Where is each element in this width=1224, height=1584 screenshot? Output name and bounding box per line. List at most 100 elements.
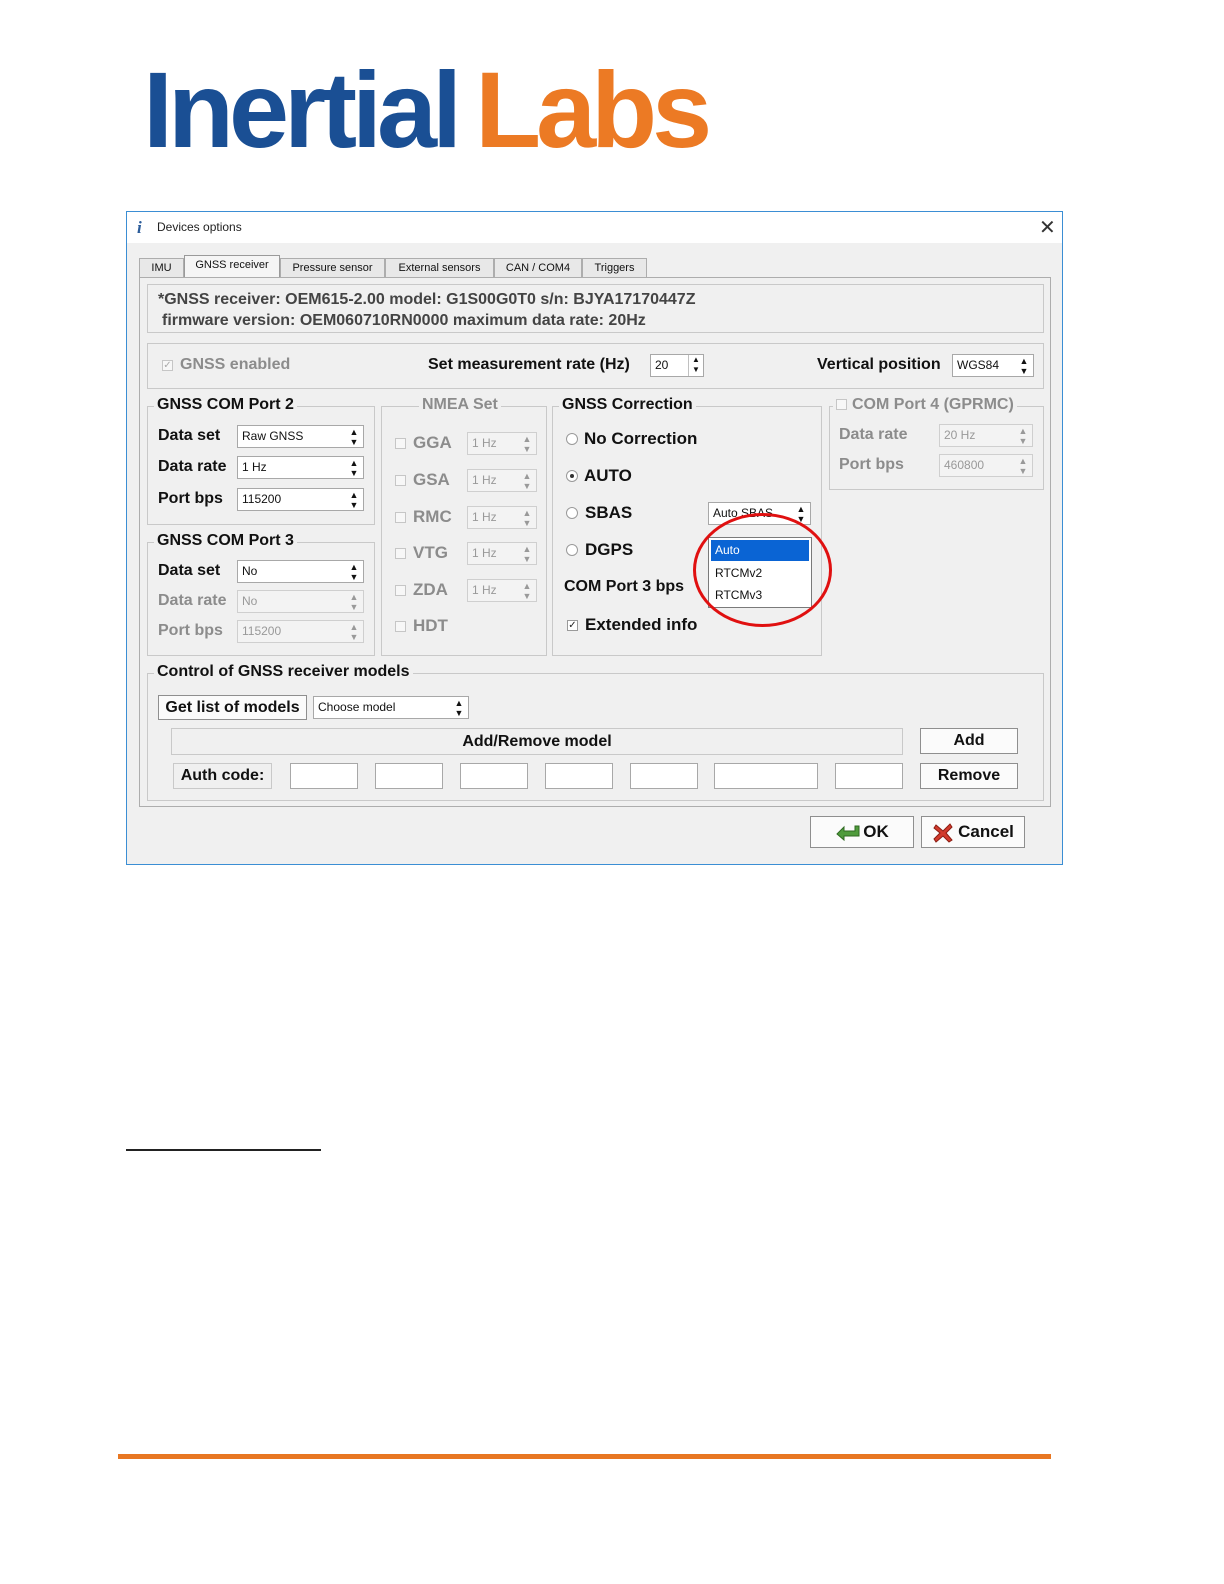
no-correction-label: No Correction — [584, 429, 698, 448]
gnss-correction-legend: GNSS Correction — [559, 396, 696, 414]
port3-datarate-combo[interactable]: No ▲ ▼ — [237, 590, 364, 613]
nmea-gga-checkbox[interactable] — [395, 438, 406, 449]
inertial-labs-logo: Inertial Labs — [143, 55, 743, 165]
port2-portbps-combo[interactable]: 115200 ▲ ▼ — [237, 488, 364, 511]
nmea-rmc-rate-combo[interactable]: 1 Hz ▲ ▼ — [467, 506, 537, 529]
port3-portbps-label: Port bps — [158, 622, 223, 639]
nmea-gsa-label: GSA — [413, 470, 450, 489]
auto-radio[interactable] — [566, 470, 578, 482]
chevron-up-down-icon: ▲ ▼ — [349, 427, 359, 447]
auth-code-field-2[interactable] — [375, 763, 443, 789]
receiver-info-box: *GNSS receiver: OEM615-2.00 model: G1S00… — [147, 284, 1044, 333]
port2-dataset-combo[interactable]: Raw GNSS ▲ ▼ — [237, 425, 364, 448]
nmea-vtg-rate: 1 Hz — [472, 546, 497, 560]
nmea-gsa-checkbox[interactable] — [395, 475, 406, 486]
port4-datarate-value: 20 Hz — [944, 428, 976, 442]
gnss-enabled-label: GNSS enabled — [180, 356, 291, 373]
auth-code-field-6[interactable] — [714, 763, 818, 789]
cancel-x-icon — [933, 822, 953, 843]
nmea-vtg-label: VTG — [413, 543, 448, 562]
tab-imu[interactable]: IMU — [139, 258, 184, 277]
port3-dataset-combo[interactable]: No ▲ ▼ — [237, 560, 364, 583]
port2-datarate-label: Data rate — [158, 458, 227, 475]
port3-dataset-value: No — [242, 564, 258, 578]
port4-portbps-value: 460800 — [944, 458, 985, 472]
vertical-position-label: Vertical position — [817, 356, 941, 373]
remove-button[interactable]: Remove — [920, 763, 1018, 789]
nmea-zda-checkbox[interactable] — [395, 585, 406, 596]
chevron-up-down-icon: ▲ ▼ — [349, 562, 359, 582]
nmea-zda-label: ZDA — [413, 580, 448, 599]
vertical-position-value: WGS84 — [957, 358, 1000, 372]
com-port2-legend: GNSS COM Port 2 — [154, 396, 297, 414]
auth-code-field-4[interactable] — [545, 763, 613, 789]
nmea-gsa-rate-combo[interactable]: 1 Hz ▲ ▼ — [467, 469, 537, 492]
no-correction-radio[interactable] — [566, 433, 578, 445]
ok-arrow-icon — [836, 825, 860, 841]
port3-portbps-value: 115200 — [242, 624, 282, 638]
port4-datarate-label: Data rate — [839, 426, 908, 443]
vertical-position-combo[interactable]: WGS84 ▲ ▼ — [952, 354, 1034, 377]
com-port4-legend: COM Port 4 (GPRMC) — [833, 396, 1017, 414]
dgps-label: DGPS — [585, 540, 634, 559]
gnss-enabled-checkbox[interactable]: ✓ — [162, 360, 173, 371]
ok-button[interactable]: OK — [810, 816, 914, 848]
port4-portbps-label: Port bps — [839, 456, 904, 473]
get-list-of-models-button[interactable]: Get list of models — [158, 695, 307, 720]
measurement-rate-spinbox[interactable]: 20 ▲ ▼ — [650, 354, 704, 377]
auth-code-field-3[interactable] — [460, 763, 528, 789]
port3-portbps-combo[interactable]: 115200 ▲ ▼ — [237, 620, 364, 643]
chevron-up-down-icon: ▲ ▼ — [522, 508, 532, 528]
port4-portbps-combo[interactable]: 460800 ▲ ▼ — [939, 454, 1033, 477]
nmea-rmc-rate: 1 Hz — [472, 510, 497, 524]
title-bar[interactable]: i Devices options ✕ — [127, 212, 1062, 243]
port2-portbps-label: Port bps — [158, 490, 223, 507]
chevron-up-down-icon: ▲ ▼ — [522, 544, 532, 564]
nmea-gga-rate: 1 Hz — [472, 436, 497, 450]
nmea-vtg-checkbox[interactable] — [395, 548, 406, 559]
com-port4-checkbox[interactable] — [836, 399, 847, 410]
chevron-up-down-icon: ▲ ▼ — [349, 592, 359, 612]
chevron-up-down-icon: ▲ ▼ — [522, 434, 532, 454]
chevron-up-down-icon: ▲ ▼ — [1019, 356, 1029, 376]
auth-code-field-7[interactable] — [835, 763, 903, 789]
port2-dataset-value: Raw GNSS — [242, 429, 304, 443]
dgps-radio[interactable] — [566, 544, 578, 556]
extended-info-checkbox[interactable]: ✓ — [567, 620, 578, 631]
window-title: Devices options — [157, 220, 242, 234]
auth-code-field-5[interactable] — [630, 763, 698, 789]
nmea-vtg-rate-combo[interactable]: 1 Hz ▲ ▼ — [467, 542, 537, 565]
port2-datarate-combo[interactable]: 1 Hz ▲ ▼ — [237, 456, 364, 479]
nmea-zda-rate: 1 Hz — [472, 583, 497, 597]
nmea-hdt-checkbox[interactable] — [395, 621, 406, 632]
choose-model-combo[interactable]: Choose model ▲ ▼ — [313, 696, 469, 719]
measurement-rate-value: 20 — [655, 358, 669, 372]
tab-external-sensors[interactable]: External sensors — [385, 258, 494, 277]
sbas-radio[interactable] — [566, 507, 578, 519]
chevron-up-down-icon: ▲ ▼ — [454, 698, 464, 718]
devices-options-dialog: i Devices options ✕ IMU GNSS receiver Pr… — [126, 211, 1063, 865]
tab-pressure-sensor[interactable]: Pressure sensor — [280, 258, 385, 277]
cancel-button[interactable]: Cancel — [921, 816, 1025, 848]
tab-gnss-receiver[interactable]: GNSS receiver — [184, 255, 280, 278]
nmea-gga-rate-combo[interactable]: 1 Hz ▲ ▼ — [467, 432, 537, 455]
port4-datarate-combo[interactable]: 20 Hz ▲ ▼ — [939, 424, 1033, 447]
nmea-zda-rate-combo[interactable]: 1 Hz ▲ ▼ — [467, 579, 537, 602]
auth-code-field-1[interactable] — [290, 763, 358, 789]
spin-arrows-icon[interactable]: ▲ ▼ — [688, 355, 703, 376]
tab-triggers[interactable]: Triggers — [582, 258, 647, 277]
port3-dataset-label: Data set — [158, 562, 221, 579]
footnote-separator — [126, 1149, 321, 1151]
nmea-rmc-checkbox[interactable] — [395, 512, 406, 523]
chevron-up-down-icon: ▲ ▼ — [349, 458, 359, 478]
tab-can-com4[interactable]: CAN / COM4 — [494, 258, 582, 277]
port2-datarate-value: 1 Hz — [242, 460, 267, 474]
auth-code-label: Auth code: — [173, 763, 272, 789]
close-icon[interactable]: ✕ — [1039, 215, 1056, 240]
chevron-up-down-icon: ▲ ▼ — [349, 490, 359, 510]
add-button[interactable]: Add — [920, 728, 1018, 754]
measurement-rate-label: Set measurement rate (Hz) — [428, 356, 630, 373]
nmea-set-legend: NMEA Set — [419, 396, 501, 414]
choose-model-value: Choose model — [318, 700, 396, 714]
receiver-info-line2: firmware version: OEM060710RN0000 maximu… — [162, 312, 646, 329]
